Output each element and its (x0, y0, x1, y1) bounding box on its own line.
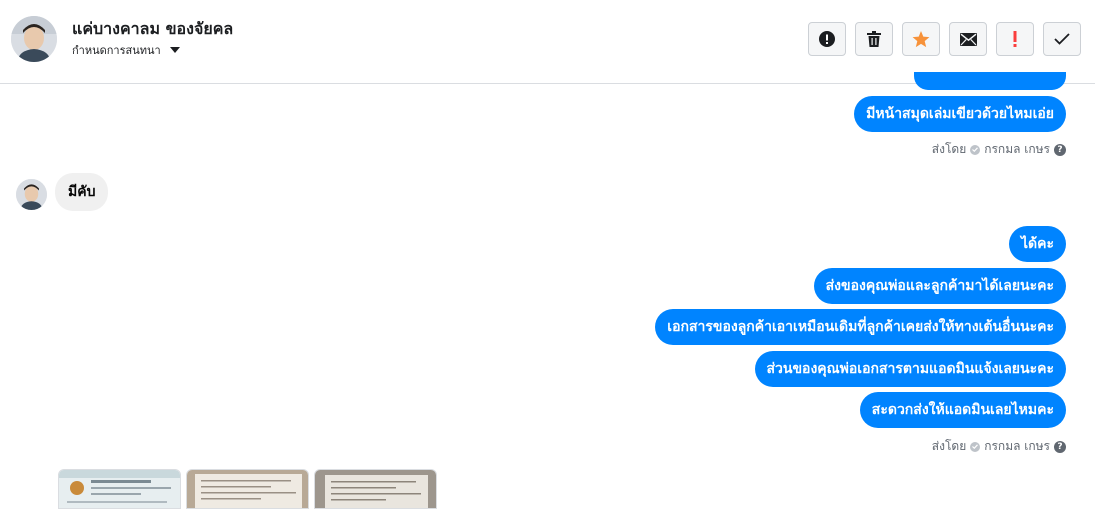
trash-icon (867, 31, 881, 47)
sender-name[interactable]: กรกมล เกษร (984, 437, 1050, 456)
message-bubble-outgoing[interactable]: สะดวกส่งให้แอดมินเลยไหมคะ (859, 392, 1066, 428)
message-row: สะดวกส่งให้แอดมินเลยไหมคะ (859, 392, 1066, 428)
message-bubble-partial (914, 72, 1066, 90)
verified-icon (970, 144, 981, 155)
message-bubble-outgoing[interactable]: ส่วนของคุณพ่อเอกสารตามแอดมินแจ้งเลยนะคะ (754, 351, 1066, 387)
sender-name[interactable]: กรกมล เกษร (984, 140, 1050, 159)
star-icon (912, 30, 930, 47)
sent-by-meta: ส่งโดย กรกมล เกษร ? (932, 140, 1066, 159)
contact-avatar[interactable] (11, 16, 57, 62)
contact-avatar-small[interactable] (16, 179, 47, 210)
image-attachment-id-card[interactable] (58, 469, 181, 509)
verified-icon (970, 441, 981, 452)
sent-by-label: ส่งโดย (931, 142, 967, 156)
delete-button[interactable] (855, 22, 893, 56)
conversation-settings-dropdown[interactable]: กำหนดการสนทนา (72, 41, 180, 59)
mark-unread-button[interactable] (949, 22, 987, 56)
report-button[interactable] (808, 22, 846, 56)
message-row: มีหน้าสมุดเล่มเขียวด้วยไหมเอ่ย (854, 96, 1066, 132)
done-button[interactable] (1043, 22, 1081, 56)
sent-by-meta: ส่งโดย กรกมล เกษร ? (932, 437, 1066, 456)
image-attachment-document[interactable] (186, 469, 309, 509)
caret-down-icon (169, 47, 180, 53)
message-bubble-outgoing[interactable]: เอกสารของลูกค้าเอาเหมือนเดิมที่ลูกค้าเคย… (655, 309, 1066, 345)
message-row: ส่งของคุณพ่อและลูกค้ามาได้เลยนะคะ (813, 268, 1066, 304)
important-button[interactable] (996, 22, 1034, 56)
contact-name[interactable]: แค่บางคาลม ของจัยคล (72, 17, 233, 42)
help-icon[interactable]: ? (1054, 440, 1066, 453)
message-bubble-outgoing[interactable]: ส่งของคุณพ่อและลูกค้ามาได้เลยนะคะ (813, 268, 1066, 304)
star-button[interactable] (902, 22, 940, 56)
message-row: เอกสารของลูกค้าเอาเหมือนเดิมที่ลูกค้าเคย… (655, 309, 1066, 345)
alert-circle-icon (819, 31, 835, 47)
message-row: ได้คะ (1008, 226, 1066, 262)
message-row: ส่วนของคุณพ่อเอกสารตามแอดมินแจ้งเลยนะคะ (754, 351, 1066, 387)
conversation-settings-label: กำหนดการสนทนา (72, 44, 161, 57)
message-bubble-incoming[interactable]: มีคับ (55, 173, 109, 211)
message-bubble-outgoing[interactable]: ได้คะ (1008, 226, 1066, 262)
sent-by-label: ส่งโดย (931, 439, 967, 453)
conversation-toolbar (808, 22, 1081, 56)
help-icon[interactable]: ? (1054, 143, 1066, 156)
checkmark-icon (1054, 33, 1070, 45)
message-row: มีคับ (55, 173, 109, 211)
exclamation-icon (1013, 31, 1017, 47)
envelope-icon (959, 32, 977, 46)
image-attachment-document[interactable] (314, 469, 437, 509)
message-bubble-outgoing[interactable]: มีหน้าสมุดเล่มเขียวด้วยไหมเอ่ย (854, 96, 1066, 132)
